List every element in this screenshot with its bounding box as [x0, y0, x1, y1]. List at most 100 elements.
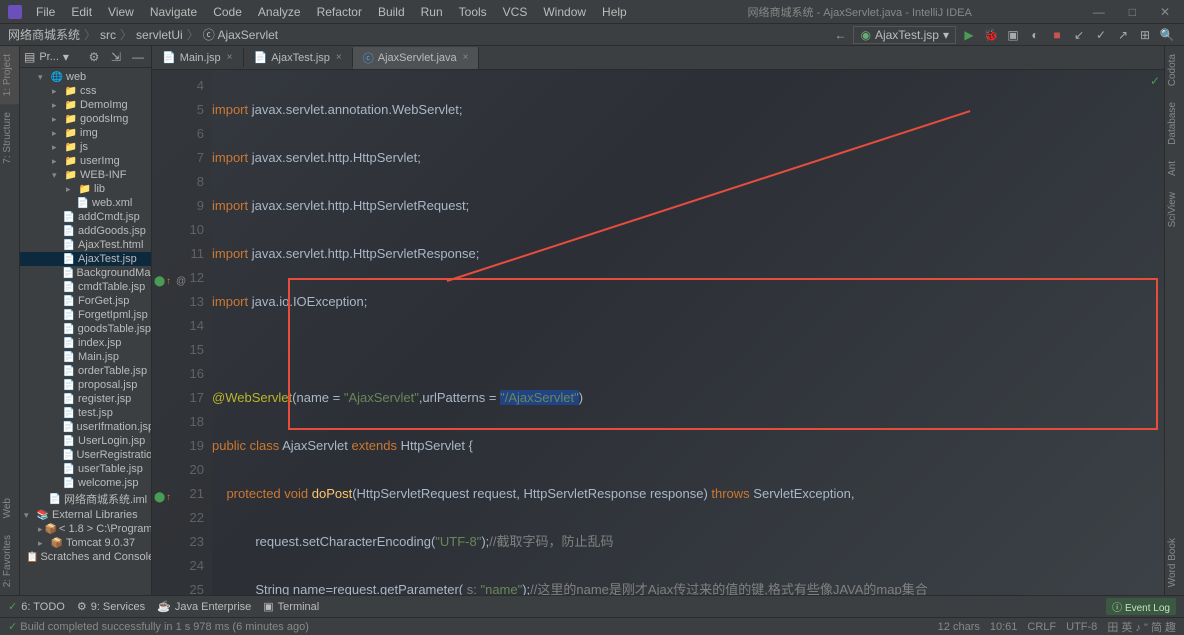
status-encoding[interactable]: UTF-8 [1066, 621, 1097, 633]
tab-ant[interactable]: Ant [1165, 153, 1184, 184]
menu-code[interactable]: Code [207, 3, 248, 21]
maximize-icon[interactable]: □ [1123, 3, 1142, 21]
tree-file[interactable]: 📄AjaxTest.html [20, 238, 151, 252]
run-icon[interactable]: ▶ [960, 26, 978, 44]
breadcrumb-root[interactable]: 网络商城系统 [8, 26, 80, 43]
tree-file[interactable]: 📄UserRegistration [20, 448, 151, 462]
tab-wordbook[interactable]: Word Book [1165, 530, 1184, 595]
menu-help[interactable]: Help [596, 3, 633, 21]
profile-icon[interactable]: ◐ [1026, 26, 1044, 44]
tab-database[interactable]: Database [1165, 94, 1184, 153]
close-tab-icon[interactable]: × [463, 52, 469, 63]
debug-icon[interactable]: 🐞 [982, 26, 1000, 44]
vcs-update-icon[interactable]: ↙ [1070, 26, 1088, 44]
menu-view[interactable]: View [102, 3, 140, 21]
menu-edit[interactable]: Edit [65, 3, 98, 21]
tree-file-selected[interactable]: 📄AjaxTest.jsp [20, 252, 151, 266]
tree-file[interactable]: 📄userIfmation.jsp [20, 420, 151, 434]
tree-tomcat[interactable]: ▸📦Tomcat 9.0.37 [20, 536, 151, 550]
menu-navigate[interactable]: Navigate [144, 3, 203, 21]
tree-file[interactable]: 📄test.jsp [20, 406, 151, 420]
back-arrow-icon[interactable]: ← [831, 26, 849, 44]
tree-file-iml[interactable]: 📄网络商城系统.iml [20, 490, 151, 508]
menu-refactor[interactable]: Refactor [311, 3, 368, 21]
tab-sciview[interactable]: SciView [1165, 184, 1184, 235]
breadcrumb-class[interactable]: ⓒ AjaxServlet [203, 26, 278, 43]
run-configuration[interactable]: ◉ AjaxTest.jsp ▾ [853, 26, 956, 44]
tab-web[interactable]: Web [0, 490, 19, 526]
tree-folder[interactable]: ▸📁img [20, 126, 151, 140]
menu-tools[interactable]: Tools [453, 3, 493, 21]
close-tab-icon[interactable]: × [227, 52, 233, 63]
tree-folder[interactable]: ▸📁js [20, 140, 151, 154]
tree-scratches[interactable]: 📋Scratches and Console [20, 550, 151, 564]
menu-vcs[interactable]: VCS [497, 3, 534, 21]
tree-folder-web[interactable]: ▾🌐web [20, 70, 151, 84]
menu-run[interactable]: Run [415, 3, 449, 21]
tree-file[interactable]: 📄proposal.jsp [20, 378, 151, 392]
tree-jdk[interactable]: ▸📦< 1.8 > C:\Program [20, 522, 151, 536]
tab-event-log[interactable]: ⓘ Event Log [1106, 598, 1176, 615]
tab-todo[interactable]: ✓6: TODO [8, 600, 65, 613]
tree-file[interactable]: 📄welcome.jsp [20, 476, 151, 490]
tree-file[interactable]: 📄addCmdt.jsp [20, 210, 151, 224]
code-area[interactable]: 456789 1011 12⬤↑@ 1314151617181920 21⬤↑ … [152, 70, 1164, 595]
vcs-push-icon[interactable]: ↗ [1114, 26, 1132, 44]
close-tab-icon[interactable]: × [336, 52, 342, 63]
tree-folder[interactable]: ▸📁DemoImg [20, 98, 151, 112]
tab-structure[interactable]: 7: Structure [0, 104, 19, 172]
stop-icon[interactable]: ■ [1048, 26, 1066, 44]
menu-analyze[interactable]: Analyze [252, 3, 307, 21]
tree-file[interactable]: 📄goodsTable.jsp [20, 322, 151, 336]
tree-folder[interactable]: ▸📁css [20, 84, 151, 98]
tree-folder-webinf[interactable]: ▾📁WEB-INF [20, 168, 151, 182]
tree-file[interactable]: 📄UserLogin.jsp [20, 434, 151, 448]
structure-icon[interactable]: ⊞ [1136, 26, 1154, 44]
coverage-icon[interactable]: ▣ [1004, 26, 1022, 44]
menu-build[interactable]: Build [372, 3, 411, 21]
tree-file[interactable]: 📄ForGet.jsp [20, 294, 151, 308]
tree-file[interactable]: 📄Main.jsp [20, 350, 151, 364]
tree-file[interactable]: 📄register.jsp [20, 392, 151, 406]
tree-folder[interactable]: ▸📁goodsImg [20, 112, 151, 126]
search-icon[interactable]: 🔍 [1158, 26, 1176, 44]
editor-tab[interactable]: 📄Main.jsp× [152, 48, 244, 67]
breadcrumb-pkg[interactable]: servletUi [136, 28, 183, 42]
tree-file[interactable]: 📄cmdtTable.jsp [20, 280, 151, 294]
chevron-down-icon[interactable]: ▾ [63, 50, 69, 64]
tree-folder[interactable]: ▸📁userImg [20, 154, 151, 168]
tree-file[interactable]: 📄addGoods.jsp [20, 224, 151, 238]
tab-java-enterprise[interactable]: ☕Java Enterprise [157, 600, 251, 613]
tab-project[interactable]: 1: Project [0, 46, 19, 104]
tree-external-libs[interactable]: ▾📚External Libraries [20, 508, 151, 522]
tab-codota[interactable]: Codota [1165, 46, 1184, 94]
minimize-icon[interactable]: — [1087, 3, 1111, 21]
tree-folder-lib[interactable]: ▸📁lib [20, 182, 151, 196]
gear-icon[interactable]: ⚙ [85, 48, 103, 66]
status-line-separator[interactable]: CRLF [1027, 621, 1056, 633]
collapse-icon[interactable]: ⇲ [107, 48, 125, 66]
tree-file[interactable]: 📄BackgroundMain [20, 266, 151, 280]
tree-file[interactable]: 📄userTable.jsp [20, 462, 151, 476]
menu-window[interactable]: Window [537, 3, 592, 21]
tree-file-webxml[interactable]: 📄web.xml [20, 196, 151, 210]
tab-terminal[interactable]: ▣Terminal [263, 600, 319, 613]
hide-icon[interactable]: — [129, 48, 147, 66]
code-text[interactable]: import javax.servlet.annotation.WebServl… [212, 70, 1164, 595]
breadcrumb-src[interactable]: src [100, 28, 116, 42]
tree-file[interactable]: 📄ForgetIpml.jsp [20, 308, 151, 322]
close-icon[interactable]: ✕ [1154, 3, 1176, 21]
ime-indicator[interactable]: 田 英 ♪ " 简 趣 [1107, 619, 1176, 635]
tab-services[interactable]: ⚙9: Services [77, 600, 145, 613]
tab-favorites[interactable]: 2: Favorites [0, 527, 19, 595]
tree-file[interactable]: 📄index.jsp [20, 336, 151, 350]
project-tree[interactable]: ▾🌐web ▸📁css ▸📁DemoImg ▸📁goodsImg ▸📁img ▸… [20, 68, 151, 566]
editor-tab-active[interactable]: ⓒAjaxServlet.java× [353, 47, 480, 69]
status-caret-pos[interactable]: 10:61 [990, 621, 1018, 633]
tree-file[interactable]: 📄orderTable.jsp [20, 364, 151, 378]
project-view-label[interactable]: Pr... [39, 51, 59, 63]
editor-tab[interactable]: 📄AjaxTest.jsp× [244, 48, 353, 67]
vcs-commit-icon[interactable]: ✓ [1092, 26, 1110, 44]
line-gutter[interactable]: 456789 1011 12⬤↑@ 1314151617181920 21⬤↑ … [152, 70, 212, 595]
menu-file[interactable]: File [30, 3, 61, 21]
